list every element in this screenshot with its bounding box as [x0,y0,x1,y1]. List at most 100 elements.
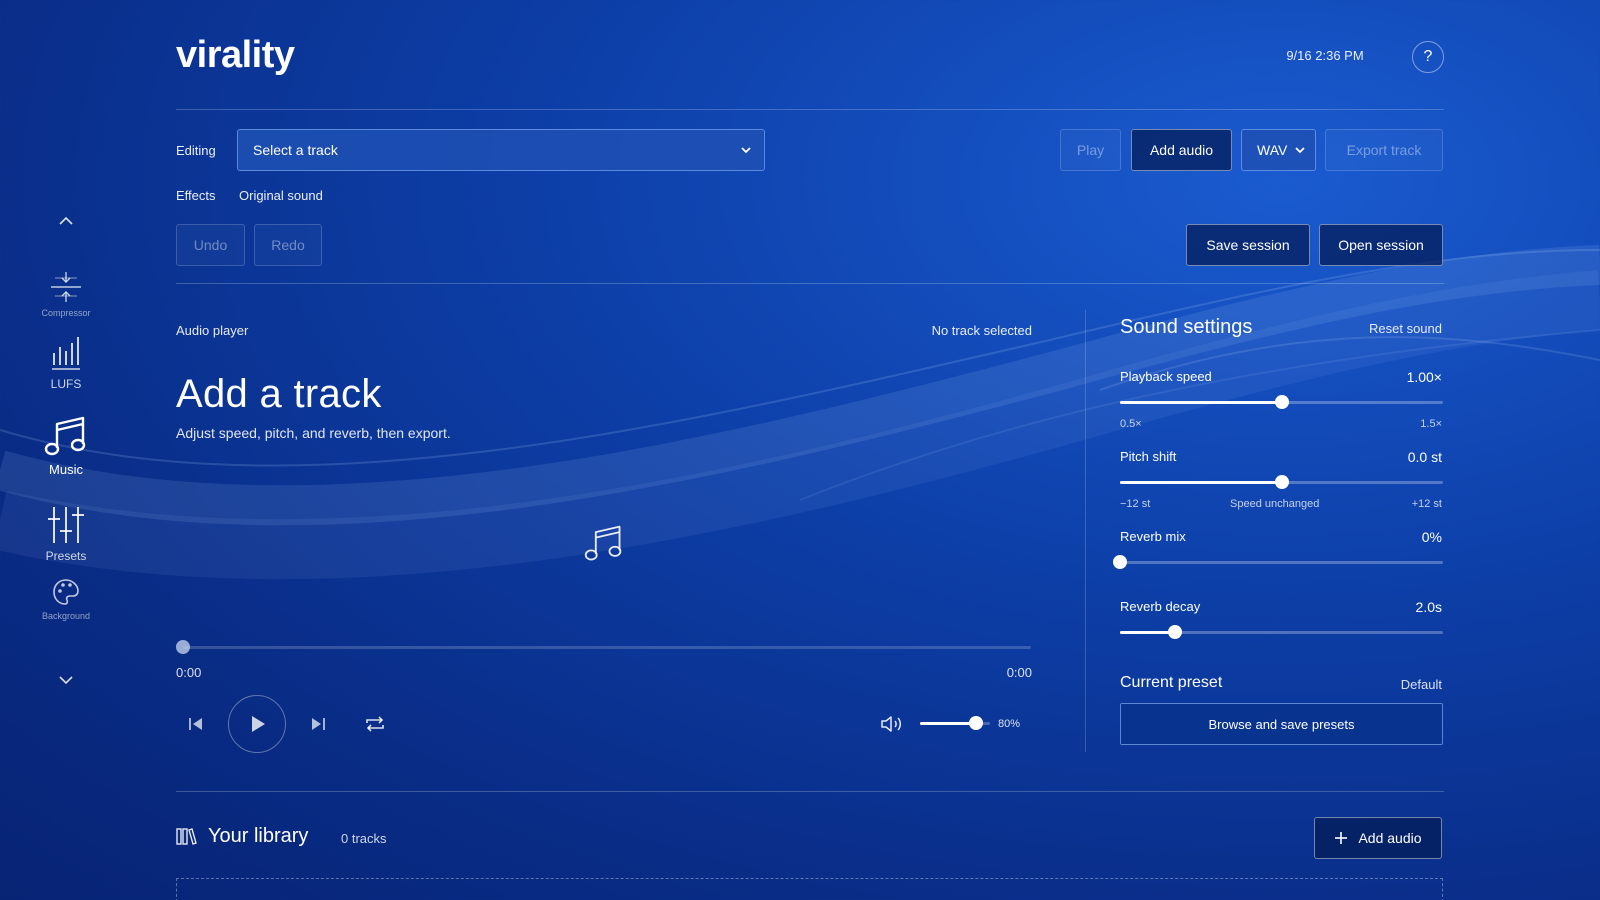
save-session-button[interactable]: Save session [1186,224,1310,266]
sound-settings-title: Sound settings [1120,316,1253,338]
reverb-mix-slider[interactable] [1120,561,1443,564]
sidebar-item-lufs[interactable]: LUFS [10,335,122,391]
playback-speed-value: 1.00× [1406,369,1442,385]
palette-icon [53,579,79,605]
help-icon: ? [1423,48,1433,65]
sidebar-scroll-down-button[interactable] [54,670,78,690]
pitch-shift-handle[interactable] [1274,475,1289,489]
reverb-mix-handle[interactable] [1113,555,1127,569]
pitch-shift-note: Speed unchanged [1230,498,1320,510]
duration: 0:00 [1006,665,1032,680]
library-divider [176,791,1444,792]
volume-button[interactable] [878,711,906,737]
sidebar-item-compressor[interactable]: Compressor [10,270,122,318]
format-select-value: WAV [1257,142,1288,158]
current-time: 0:00 [176,665,202,680]
undo-button[interactable]: Undo [176,224,245,266]
play-pause-button[interactable] [228,695,286,753]
add-audio-label: Add audio [1149,142,1214,158]
save-session-label: Save session [1206,237,1290,253]
sidebar-item-music[interactable]: Music [10,416,122,477]
open-session-label: Open session [1338,237,1424,253]
undo-label: Undo [193,237,228,253]
player-subtitle: Adjust speed, pitch, and reverb, then ex… [176,425,451,441]
repeat-button[interactable] [361,711,389,737]
sidebar-item-label: Music [49,462,83,477]
reset-sound-button[interactable]: Reset sound [1369,321,1442,336]
chevron-up-icon [59,216,73,225]
reverb-decay-handle[interactable] [1167,625,1182,639]
seek-handle[interactable] [176,640,190,654]
playback-speed-min: 0.5× [1120,418,1142,430]
reverb-mix-label: Reverb mix [1120,529,1186,544]
sidebar-scroll-up-button[interactable] [54,211,78,231]
library-add-audio-button[interactable]: Add audio [1314,817,1442,859]
previous-button[interactable] [183,711,209,737]
panel-divider [1085,310,1086,752]
seek-bar[interactable] [183,646,1031,649]
track-select[interactable]: Select a track [237,129,765,171]
track-status: No track selected [931,323,1032,338]
play-icon [252,716,265,732]
chevron-down-icon [59,676,73,685]
reverb-decay-label: Reverb decay [1120,599,1201,614]
format-select[interactable]: WAV [1241,129,1316,171]
sidebar-item-label: Compressor [41,308,91,318]
music-note-icon [584,525,622,561]
volume-fill [920,722,976,725]
sidebar-item-label: Presets [45,549,87,563]
volume-handle[interactable] [969,716,983,730]
next-button[interactable] [305,711,331,737]
export-track-label: Export track [1346,142,1422,158]
effects-label: Effects [176,188,216,203]
open-session-button[interactable]: Open session [1319,224,1443,266]
sidebar-item-presets[interactable]: Presets [10,505,122,563]
header-divider [176,109,1444,110]
sidebar: Compressor LUFS Music Presets Background [0,0,132,900]
redo-button[interactable]: Redo [254,224,322,266]
pitch-shift-max: +12 st [1411,498,1442,510]
library-count: 0 tracks [341,831,387,846]
sliders-icon [48,507,84,543]
play-button-label: Play [1076,142,1105,158]
plus-icon [1335,832,1348,844]
redo-label: Redo [271,237,305,253]
browse-presets-label: Browse and save presets [1208,716,1355,732]
editing-label: Editing [176,143,216,158]
volume-percent: 80% [998,718,1021,730]
pitch-shift-min: −12 st [1120,498,1151,510]
app-title: virality [176,34,295,76]
speaker-icon [881,716,901,732]
library-icon [176,828,197,845]
export-track-button[interactable]: Export track [1325,129,1443,171]
library-drop-zone[interactable] [176,878,1443,900]
playback-speed-max: 1.5× [1420,418,1442,430]
playback-speed-label: Playback speed [1120,369,1212,384]
pitch-shift-label: Pitch shift [1120,449,1177,464]
lufs-icon [52,337,80,370]
playback-speed-fill [1120,401,1282,404]
sidebar-item-label: LUFS [50,377,82,391]
playback-speed-handle[interactable] [1274,395,1289,409]
help-button[interactable]: ? [1412,41,1444,73]
music-note-icon [44,416,86,456]
repeat-icon [366,716,384,732]
library-add-audio-label: Add audio [1358,830,1422,846]
pitch-shift-fill [1120,481,1282,484]
skip-previous-icon [189,718,202,730]
reverb-decay-value: 2.0s [1415,599,1442,615]
player-title: Add a track [176,372,382,416]
add-audio-button[interactable]: Add audio [1131,129,1232,171]
play-button[interactable]: Play [1060,129,1121,171]
toolbar-divider [176,283,1444,284]
chevron-down-icon [741,147,751,154]
skip-next-icon [312,718,325,730]
library-title: Your library [208,825,309,847]
current-preset-value: Default [1400,677,1442,692]
browse-presets-button[interactable]: Browse and save presets [1120,703,1443,745]
datetime: 9/16 2:36 PM [1286,48,1364,63]
chevron-down-icon [1295,147,1305,154]
current-preset-title: Current preset [1120,674,1223,691]
sidebar-item-background[interactable]: Background [10,577,122,621]
sidebar-item-label: Background [41,611,91,621]
